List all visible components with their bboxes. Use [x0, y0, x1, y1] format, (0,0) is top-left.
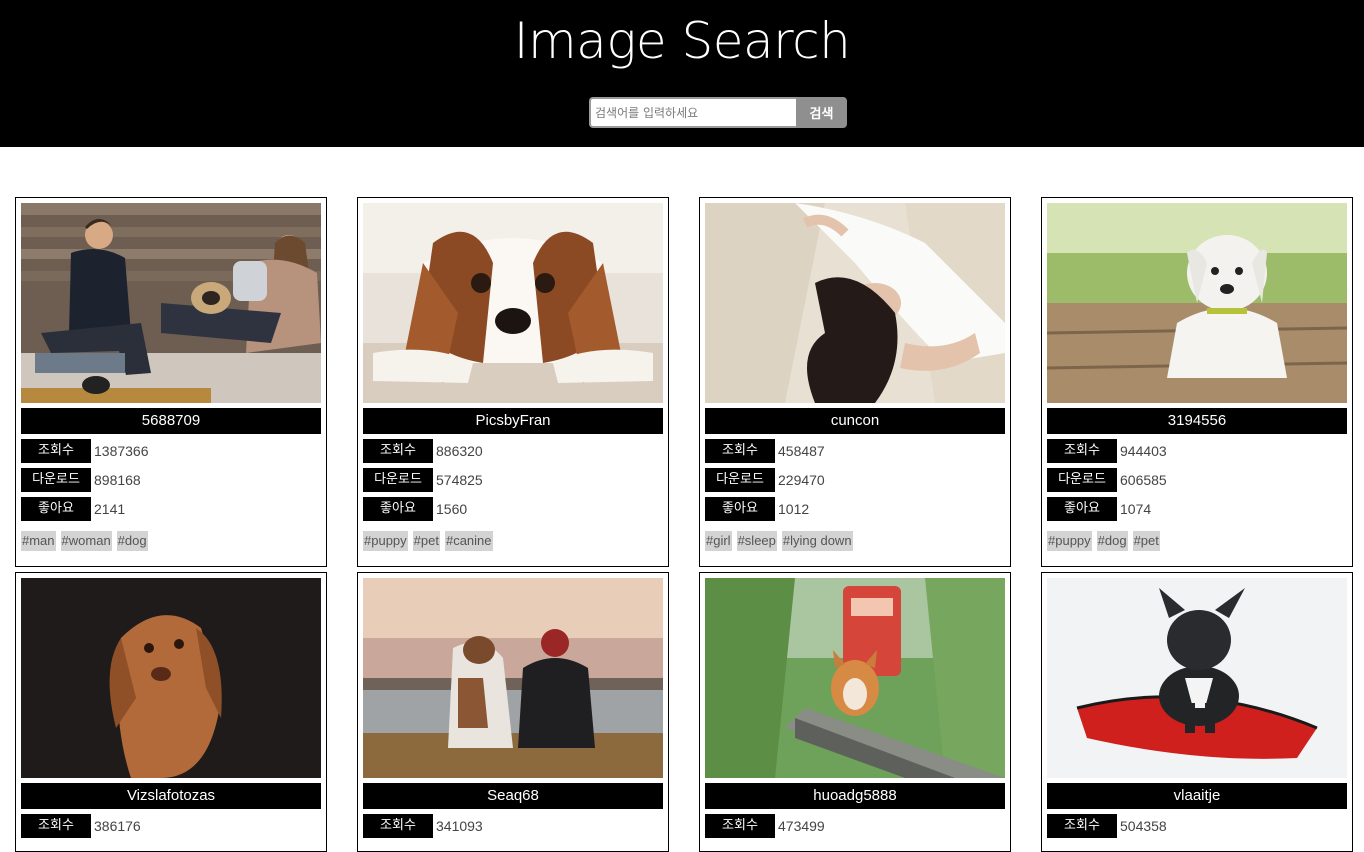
image-card[interactable]: Vizslafotozas 조회수 386176 [15, 572, 327, 852]
tag[interactable]: #dog [1096, 531, 1128, 551]
downloads-value: 606585 [1120, 472, 1167, 488]
header: Image Search 검색 [0, 0, 1364, 147]
views-value: 886320 [436, 443, 483, 459]
photo-dog-and-person-by-lake[interactable] [363, 578, 663, 778]
search-bar: 검색 [589, 97, 847, 128]
views-row: 조회수 1387366 [21, 439, 321, 463]
views-label: 조회수 [363, 814, 433, 838]
downloads-value: 229470 [778, 472, 825, 488]
search-input[interactable] [589, 97, 797, 128]
tag[interactable]: #pet [412, 531, 440, 551]
likes-label: 좋아요 [1047, 497, 1117, 521]
tag[interactable]: #lying down [781, 531, 853, 551]
views-row: 조회수 341093 [363, 814, 663, 838]
views-row: 조회수 944403 [1047, 439, 1347, 463]
views-label: 조회수 [363, 439, 433, 463]
search-button[interactable]: 검색 [796, 97, 847, 128]
tag[interactable]: #man [21, 531, 56, 551]
photo-vizsla-dog[interactable] [21, 578, 321, 778]
downloads-row: 다운로드 606585 [1047, 468, 1347, 492]
photo-girl-lying-down[interactable] [705, 203, 1005, 403]
author-name[interactable]: 3194556 [1047, 408, 1347, 434]
tag[interactable]: #girl [705, 531, 732, 551]
author-name[interactable]: PicsbyFran [363, 408, 663, 434]
views-label: 조회수 [21, 814, 91, 838]
tag[interactable]: #woman [60, 531, 112, 551]
likes-row: 좋아요 2141 [21, 497, 321, 521]
photo-white-puppy[interactable] [1047, 203, 1347, 403]
photo-french-bulldog-on-pillow[interactable] [1047, 578, 1347, 778]
tag[interactable]: #sleep [736, 531, 777, 551]
views-label: 조회수 [21, 439, 91, 463]
likes-value: 2141 [94, 501, 126, 517]
image-card[interactable]: PicsbyFran 조회수 886320 다운로드 574825 좋아요 15… [357, 197, 669, 567]
photo-puppy-on-rug[interactable] [363, 203, 663, 403]
likes-label: 좋아요 [363, 497, 433, 521]
likes-value: 1074 [1120, 501, 1152, 517]
tag[interactable]: #pet [1132, 531, 1160, 551]
views-row: 조회수 473499 [705, 814, 1005, 838]
downloads-label: 다운로드 [705, 468, 775, 492]
author-name[interactable]: 5688709 [21, 408, 321, 434]
views-value: 473499 [778, 818, 825, 834]
views-value: 341093 [436, 818, 483, 834]
author-name[interactable]: vlaaitje [1047, 783, 1347, 809]
downloads-label: 다운로드 [363, 468, 433, 492]
likes-label: 좋아요 [21, 497, 91, 521]
image-card[interactable]: 3194556 조회수 944403 다운로드 606585 좋아요 1074 … [1041, 197, 1353, 567]
views-value: 386176 [94, 818, 141, 834]
downloads-value: 574825 [436, 472, 483, 488]
image-card[interactable]: Seaq68 조회수 341093 [357, 572, 669, 852]
tag[interactable]: #puppy [363, 531, 408, 551]
downloads-value: 898168 [94, 472, 141, 488]
views-value: 1387366 [94, 443, 149, 459]
views-row: 조회수 504358 [1047, 814, 1347, 838]
tag[interactable]: #puppy [1047, 531, 1092, 551]
image-card[interactable]: vlaaitje 조회수 504358 [1041, 572, 1353, 852]
downloads-row: 다운로드 898168 [21, 468, 321, 492]
tag-list: #man #woman #dog [21, 531, 148, 553]
likes-row: 좋아요 1074 [1047, 497, 1347, 521]
likes-value: 1012 [778, 501, 810, 517]
image-card[interactable]: huoadg5888 조회수 473499 [699, 572, 1011, 852]
author-name[interactable]: cuncon [705, 408, 1005, 434]
tag[interactable]: #canine [444, 531, 493, 551]
views-row: 조회수 458487 [705, 439, 1005, 463]
downloads-label: 다운로드 [1047, 468, 1117, 492]
views-value: 944403 [1120, 443, 1167, 459]
downloads-label: 다운로드 [21, 468, 91, 492]
views-label: 조회수 [705, 814, 775, 838]
author-name[interactable]: Seaq68 [363, 783, 663, 809]
image-card[interactable]: cuncon 조회수 458487 다운로드 229470 좋아요 1012 #… [699, 197, 1011, 567]
tag-list: #girl #sleep #lying down [705, 531, 853, 553]
views-value: 458487 [778, 443, 825, 459]
page-title: Image Search [513, 12, 851, 70]
likes-row: 좋아요 1012 [705, 497, 1005, 521]
views-row: 조회수 886320 [363, 439, 663, 463]
views-value: 504358 [1120, 818, 1167, 834]
tag-list: #puppy #pet #canine [363, 531, 493, 553]
photo-corgi-on-tracks[interactable] [705, 578, 1005, 778]
tag-list: #puppy #dog #pet [1047, 531, 1160, 553]
author-name[interactable]: huoadg5888 [705, 783, 1005, 809]
tag[interactable]: #dog [116, 531, 148, 551]
likes-row: 좋아요 1560 [363, 497, 663, 521]
views-label: 조회수 [1047, 439, 1117, 463]
views-row: 조회수 386176 [21, 814, 321, 838]
views-label: 조회수 [1047, 814, 1117, 838]
author-name[interactable]: Vizslafotozas [21, 783, 321, 809]
photo-man-woman-dog[interactable] [21, 203, 321, 403]
views-label: 조회수 [705, 439, 775, 463]
likes-value: 1560 [436, 501, 468, 517]
downloads-row: 다운로드 229470 [705, 468, 1005, 492]
image-card[interactable]: 5688709 조회수 1387366 다운로드 898168 좋아요 2141… [15, 197, 327, 567]
likes-label: 좋아요 [705, 497, 775, 521]
downloads-row: 다운로드 574825 [363, 468, 663, 492]
